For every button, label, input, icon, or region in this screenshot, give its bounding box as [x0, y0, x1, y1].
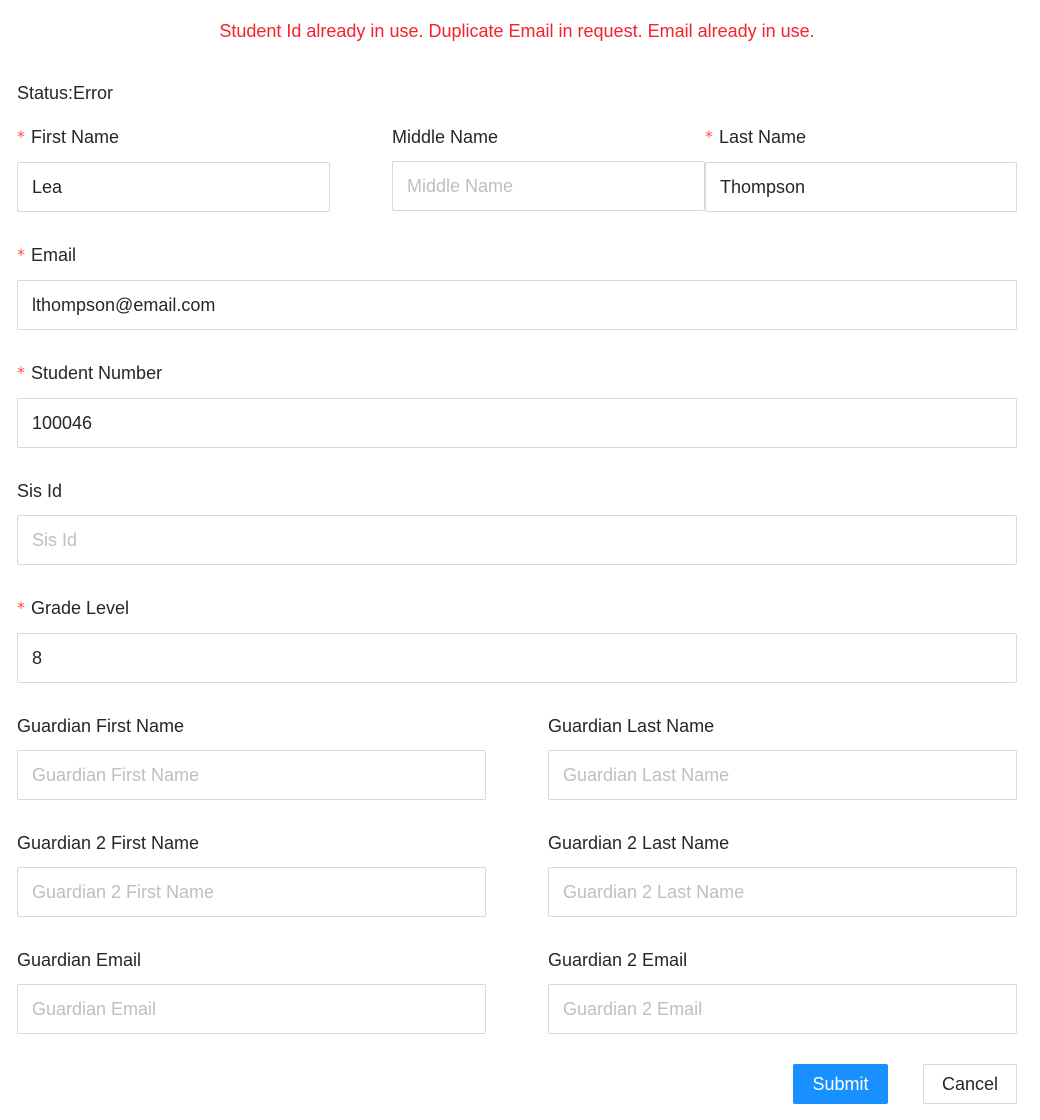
guardian2-last-name-input[interactable]	[548, 867, 1017, 917]
last-name-label: * Last Name	[705, 127, 807, 147]
guardian-last-name-field: Guardian Last Name	[548, 714, 1017, 800]
grade-level-field: * Grade Level	[17, 596, 1017, 683]
email-field: * Email	[17, 243, 1017, 330]
guardian2-first-name-input[interactable]	[17, 867, 486, 917]
guardian2-first-name-label: Guardian 2 First Name	[17, 833, 200, 853]
required-mark: *	[17, 245, 25, 264]
submit-button[interactable]: Submit	[793, 1064, 888, 1104]
required-mark: *	[705, 127, 713, 146]
first-name-field: * First Name	[17, 125, 330, 212]
last-name-field: * Last Name	[705, 125, 1017, 212]
email-input[interactable]	[17, 280, 1017, 330]
sis-id-field: Sis Id	[17, 479, 1017, 565]
guardian-first-name-field: Guardian First Name	[17, 714, 486, 800]
last-name-input[interactable]	[705, 162, 1017, 212]
student-number-field: * Student Number	[17, 361, 1017, 448]
guardian2-first-name-field: Guardian 2 First Name	[17, 831, 486, 917]
sis-id-label: Sis Id	[17, 481, 63, 501]
guardian2-last-name-field: Guardian 2 Last Name	[548, 831, 1017, 917]
required-mark: *	[17, 127, 25, 146]
guardian2-last-name-label: Guardian 2 Last Name	[548, 833, 730, 853]
error-message: Student Id already in use. Duplicate Ema…	[219, 21, 815, 41]
guardian-email-label: Guardian Email	[17, 950, 142, 970]
middle-name-input[interactable]	[392, 161, 705, 211]
middle-name-label: Middle Name	[392, 127, 499, 147]
guardian2-email-field: Guardian 2 Email	[548, 948, 1017, 1034]
email-label: * Email	[17, 245, 77, 265]
grade-level-input[interactable]	[17, 633, 1017, 683]
guardian-last-name-label: Guardian Last Name	[548, 716, 715, 736]
guardian-email-input[interactable]	[17, 984, 486, 1034]
student-number-label: * Student Number	[17, 363, 163, 383]
cancel-button[interactable]: Cancel	[923, 1064, 1017, 1104]
guardian2-email-label: Guardian 2 Email	[548, 950, 688, 970]
grade-level-label: * Grade Level	[17, 598, 130, 618]
first-name-label: * First Name	[17, 127, 120, 147]
first-name-input[interactable]	[17, 162, 330, 212]
guardian-last-name-input[interactable]	[548, 750, 1017, 800]
guardian-email-field: Guardian Email	[17, 948, 486, 1034]
student-number-input[interactable]	[17, 398, 1017, 448]
required-mark: *	[17, 363, 25, 382]
guardian-first-name-label: Guardian First Name	[17, 716, 185, 736]
middle-name-field: Middle Name	[392, 125, 705, 211]
guardian2-email-input[interactable]	[548, 984, 1017, 1034]
sis-id-input[interactable]	[17, 515, 1017, 565]
guardian-first-name-input[interactable]	[17, 750, 486, 800]
required-mark: *	[17, 598, 25, 617]
status-text: Status:Error	[17, 83, 114, 103]
